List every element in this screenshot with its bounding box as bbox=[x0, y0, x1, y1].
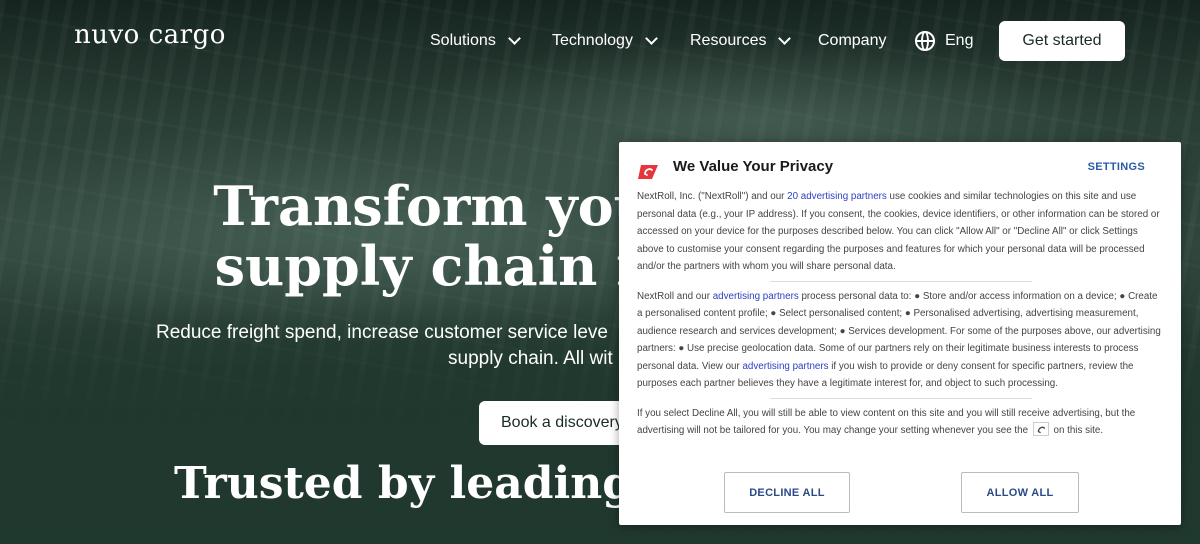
decline-all-button[interactable]: DECLINE ALL bbox=[724, 472, 850, 513]
privacy-paragraph-3: If you select Decline All, you will stil… bbox=[637, 405, 1165, 440]
chevron-down-icon bbox=[778, 32, 792, 45]
language-selector[interactable]: Eng bbox=[915, 30, 973, 52]
privacy-text: NextRoll and our bbox=[637, 290, 713, 302]
nav-item-label: Company bbox=[818, 32, 887, 49]
nav-item-label: Solutions bbox=[430, 32, 496, 49]
privacy-modal-body: NextRoll, Inc. ("NextRoll") and our 20 a… bbox=[637, 188, 1165, 440]
privacy-modal-title: We Value Your Privacy bbox=[673, 158, 834, 175]
nav-item-label: Resources bbox=[690, 32, 767, 49]
nav-item-solutions[interactable]: Solutions bbox=[430, 30, 521, 52]
privacy-text: NextRoll, Inc. ("NextRoll") and our bbox=[637, 191, 788, 202]
nextroll-settings-icon[interactable] bbox=[1032, 422, 1049, 437]
chevron-down-icon bbox=[645, 32, 658, 45]
privacy-text: on this site. bbox=[1053, 425, 1104, 436]
chevron-down-icon bbox=[507, 32, 521, 45]
language-label: Eng bbox=[945, 32, 974, 49]
advertising-partners-link[interactable]: advertising partners bbox=[713, 291, 799, 302]
nav-item-company[interactable]: Company bbox=[818, 30, 886, 52]
privacy-text: use cookies and similar technologies on … bbox=[637, 191, 1160, 272]
nav-item-technology[interactable]: Technology bbox=[552, 30, 658, 52]
nav-item-label: Technology bbox=[552, 32, 633, 49]
advertising-partners-link-2[interactable]: advertising partners bbox=[742, 361, 828, 372]
get-started-button[interactable]: Get started bbox=[999, 21, 1125, 61]
globe-icon bbox=[915, 31, 935, 51]
hero-subtitle-line-2: supply chain. All wit bbox=[448, 348, 613, 369]
privacy-paragraph-2: NextRoll and our advertising partners pr… bbox=[637, 288, 1165, 393]
hero-subtitle: Reduce freight spend, increase customer … bbox=[156, 320, 613, 372]
privacy-text: process personal data to: ● Store and/or… bbox=[637, 290, 1161, 372]
nextroll-logo-icon bbox=[638, 165, 658, 179]
privacy-consent-modal: We Value Your Privacy SETTINGS NextRoll,… bbox=[619, 142, 1181, 525]
privacy-paragraph-1: NextRoll, Inc. ("NextRoll") and our 20 a… bbox=[637, 188, 1165, 276]
allow-all-button[interactable]: ALLOW ALL bbox=[961, 472, 1079, 513]
advertising-partners-count-link[interactable]: 20 advertising partners bbox=[787, 191, 887, 202]
divider bbox=[770, 397, 1032, 399]
hero-subtitle-line-1: Reduce freight spend, increase customer … bbox=[156, 322, 609, 343]
site-logo[interactable]: nuvo cargo bbox=[74, 20, 226, 50]
divider bbox=[770, 280, 1032, 282]
settings-link[interactable]: SETTINGS bbox=[1088, 161, 1145, 173]
nav-item-resources[interactable]: Resources bbox=[690, 30, 792, 52]
